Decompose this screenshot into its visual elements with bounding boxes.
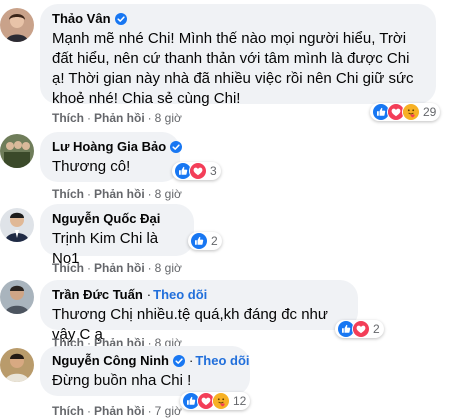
reaction-count: 2: [373, 322, 380, 336]
follow-link[interactable]: Theo dõi: [153, 287, 207, 303]
avatar[interactable]: [0, 208, 34, 242]
comment-actions: Thích · Phản hồi · 8 giờ: [52, 111, 182, 125]
like-link[interactable]: Thích: [52, 111, 84, 125]
reaction-summary[interactable]: 2: [335, 320, 384, 338]
comment-bubble: Lư Hoàng Gia Bảo Thương cô!: [40, 132, 180, 182]
reaction-summary[interactable]: 29: [370, 103, 441, 121]
timestamp[interactable]: 8 giờ: [155, 111, 182, 125]
comment-bubble: Nguyễn Công Ninh · Theo dõi Đừng buồn nh…: [40, 346, 250, 396]
like-link[interactable]: Thích: [52, 187, 84, 201]
avatar[interactable]: [0, 134, 34, 168]
timestamp[interactable]: 8 giờ: [155, 261, 182, 275]
reaction-count: 2: [211, 234, 218, 248]
comment-actions: Thích · Phản hồi · 7 giờ: [52, 404, 182, 418]
verified-icon: [115, 13, 127, 25]
reaction-count: 3: [210, 164, 217, 178]
author-name[interactable]: Lư Hoàng Gia Bảo: [52, 139, 166, 155]
verified-icon: [170, 141, 182, 153]
comment-text: Mạnh mẽ nhé Chi! Mình thế nào mọi người …: [52, 30, 414, 107]
comment-actions: Thích · Phản hồi · 8 giờ: [52, 261, 182, 275]
like-link[interactable]: Thích: [52, 261, 84, 275]
care-icon: [212, 392, 230, 410]
author-name[interactable]: Nguyễn Quốc Đại: [52, 211, 160, 227]
timestamp[interactable]: 7 giờ: [155, 404, 182, 418]
timestamp[interactable]: 8 giờ: [155, 187, 182, 201]
follow-link[interactable]: Theo dõi: [195, 353, 249, 369]
love-icon: [352, 320, 370, 338]
love-icon: [189, 162, 207, 180]
reply-link[interactable]: Phản hồi: [94, 261, 145, 275]
comment-text: Thương cô!: [52, 158, 131, 175]
avatar[interactable]: [0, 280, 34, 314]
like-icon: [190, 232, 208, 250]
avatar[interactable]: [0, 348, 34, 382]
care-icon: [402, 103, 420, 121]
reaction-summary[interactable]: 2: [188, 232, 222, 250]
reply-link[interactable]: Phản hồi: [94, 404, 145, 418]
comment-actions: Thích · Phản hồi · 8 giờ: [52, 187, 182, 201]
comment-bubble: Nguyễn Quốc Đại Trịnh Kim Chi là No1: [40, 204, 194, 267]
comment-bubble: Thảo Vân Mạnh mẽ nhé Chi! Mình thế nào m…: [40, 4, 436, 107]
reply-link[interactable]: Phản hồi: [94, 187, 145, 201]
reaction-count: 29: [423, 105, 437, 119]
reply-link[interactable]: Phản hồi: [94, 111, 145, 125]
author-name[interactable]: Nguyễn Công Ninh: [52, 353, 169, 369]
avatar[interactable]: [0, 8, 34, 42]
comment-bubble: Trần Đức Tuấn · Theo dõi Thương Chị nhiề…: [40, 280, 358, 343]
author-name[interactable]: Trần Đức Tuấn: [52, 287, 143, 303]
reaction-count: 12: [233, 394, 247, 408]
reaction-summary[interactable]: 12: [180, 392, 251, 410]
like-link[interactable]: Thích: [52, 404, 84, 418]
author-name[interactable]: Thảo Vân: [52, 11, 111, 27]
verified-icon: [173, 355, 185, 367]
reaction-summary[interactable]: 3: [172, 162, 221, 180]
comment-text: Đừng buồn nha Chi !: [52, 372, 192, 389]
